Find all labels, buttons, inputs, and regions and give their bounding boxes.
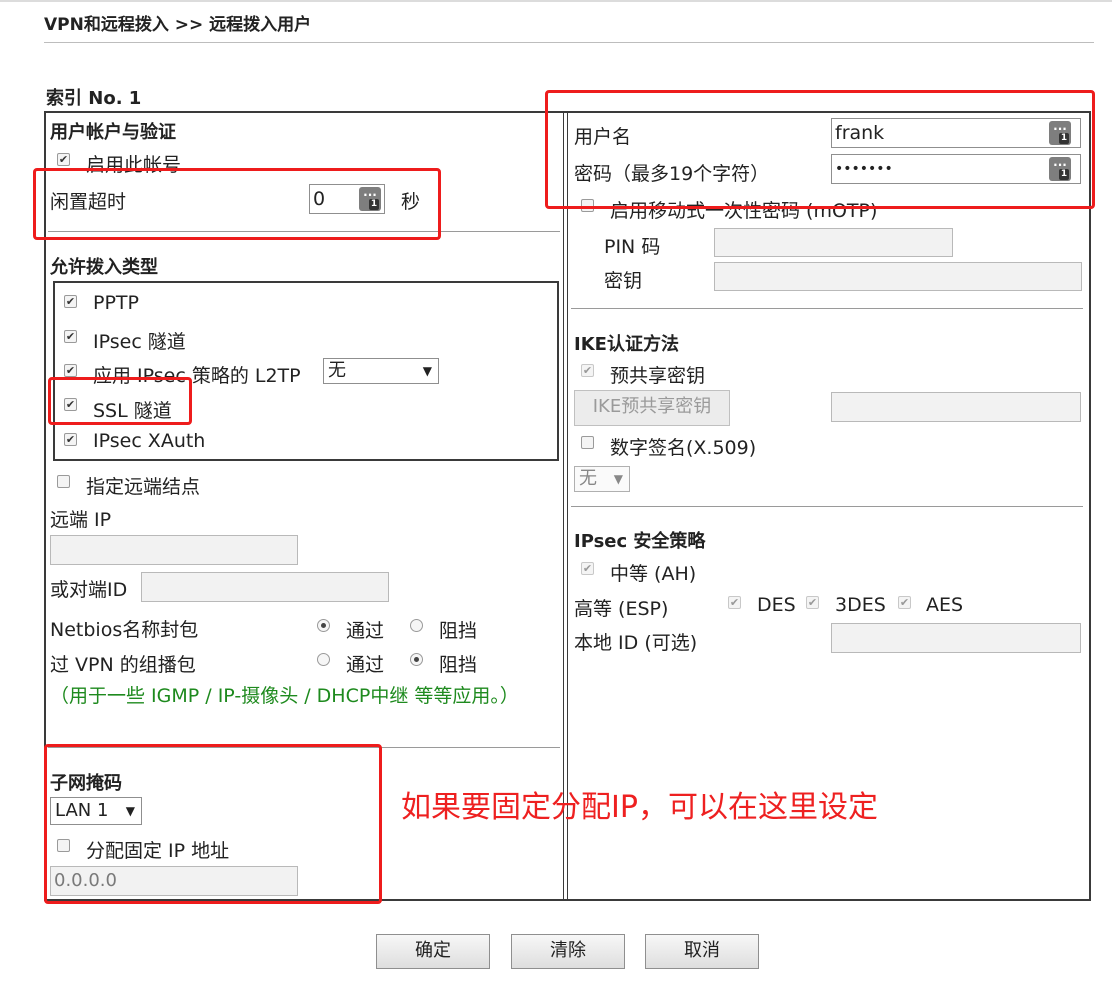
dial-types-section-title: 允许拨入类型 (50, 257, 158, 278)
des-checkbox[interactable] (728, 596, 741, 609)
ipsec-tunnel-checkbox[interactable] (64, 330, 77, 343)
specify-remote-checkbox[interactable] (57, 475, 70, 488)
multicast-block-radio[interactable] (410, 653, 423, 666)
multicast-note: （用于一些 IGMP / IP-摄像头 / DHCP中继 等等应用。） (50, 685, 519, 707)
peer-id-label: 或对端ID (50, 579, 128, 601)
preshared-key-label: 预共享密钥 (610, 365, 706, 387)
3des-checkbox[interactable] (806, 596, 819, 609)
pptp-label: PPTP (93, 292, 139, 314)
high-esp-label: 高等 (ESP) (574, 598, 669, 620)
title-separator (44, 42, 1094, 43)
pptp-checkbox[interactable] (64, 295, 77, 308)
annotation-text: 如果要固定分配IP，可以在这里设定 (401, 790, 878, 825)
digital-signature-value: 无 (579, 468, 597, 489)
l2tp-policy-value: 无 (328, 360, 346, 381)
section-divider-4 (571, 506, 1083, 507)
index-label: 索引 No. 1 (46, 88, 142, 109)
ike-psk-button[interactable]: IKE预共享密钥 (574, 390, 730, 426)
ike-psk-input[interactable] (831, 392, 1081, 422)
netbios-block-radio[interactable] (410, 619, 423, 632)
local-id-input[interactable] (831, 623, 1081, 653)
ipsec-xauth-checkbox[interactable] (64, 433, 77, 446)
preshared-key-checkbox[interactable] (581, 364, 594, 377)
aes-checkbox[interactable] (898, 596, 911, 609)
des-label: DES (757, 594, 796, 616)
highlight-credentials-box (545, 90, 1095, 209)
highlight-subnet-box (44, 744, 382, 904)
peer-id-input[interactable] (141, 572, 389, 602)
digital-signature-label: 数字签名(X.509) (610, 437, 757, 459)
ike-section-title: IKE认证方法 (574, 334, 679, 355)
specify-remote-label: 指定远端结点 (86, 476, 201, 498)
section-divider-3 (571, 308, 1083, 309)
clear-button[interactable]: 清除 (511, 934, 625, 969)
account-section-title: 用户帐户与验证 (50, 122, 176, 143)
cancel-button[interactable]: 取消 (645, 934, 759, 969)
ok-button[interactable]: 确定 (376, 934, 490, 969)
highlight-idle-timeout-box (33, 168, 441, 240)
local-id-label: 本地 ID (可选) (574, 632, 698, 654)
multicast-block-label: 阻挡 (439, 654, 478, 676)
chevron-down-icon: ▼ (422, 364, 432, 378)
enable-account-checkbox[interactable] (57, 153, 70, 166)
3des-label: 3DES (835, 594, 886, 616)
netbios-pass-label: 通过 (346, 620, 385, 642)
chevron-down-icon: ▼ (613, 472, 623, 486)
aes-label: AES (926, 594, 964, 616)
netbios-block-label: 阻挡 (439, 620, 478, 642)
secret-input[interactable] (714, 262, 1082, 291)
pin-label: PIN 码 (604, 236, 661, 258)
top-divider (0, 0, 1112, 2)
medium-ah-label: 中等 (AH) (610, 563, 697, 585)
l2tp-checkbox[interactable] (64, 364, 77, 377)
highlight-ssl-box (48, 377, 192, 425)
multicast-pass-radio[interactable] (317, 653, 330, 666)
pin-input[interactable] (714, 228, 953, 257)
ipsec-section-title: IPsec 安全策略 (574, 531, 706, 552)
digital-signature-select[interactable]: 无 ▼ (574, 466, 630, 492)
medium-ah-checkbox[interactable] (581, 562, 594, 575)
ipsec-xauth-label: IPsec XAuth (93, 430, 206, 452)
secret-label: 密钥 (604, 270, 643, 292)
ipsec-tunnel-label: IPsec 隧道 (93, 331, 186, 353)
digital-signature-checkbox[interactable] (581, 436, 594, 449)
netbios-label: Netbios名称封包 (50, 619, 199, 641)
page-title: VPN和远程拨入 >> 远程拨入用户 (44, 15, 312, 35)
remote-ip-input[interactable] (50, 535, 298, 565)
multicast-pass-label: 通过 (346, 654, 385, 676)
l2tp-policy-select[interactable]: 无 ▼ (323, 358, 439, 384)
remote-ip-label: 远端 IP (50, 509, 112, 531)
netbios-pass-radio[interactable] (317, 619, 330, 632)
multicast-label: 过 VPN 的组播包 (50, 654, 196, 676)
